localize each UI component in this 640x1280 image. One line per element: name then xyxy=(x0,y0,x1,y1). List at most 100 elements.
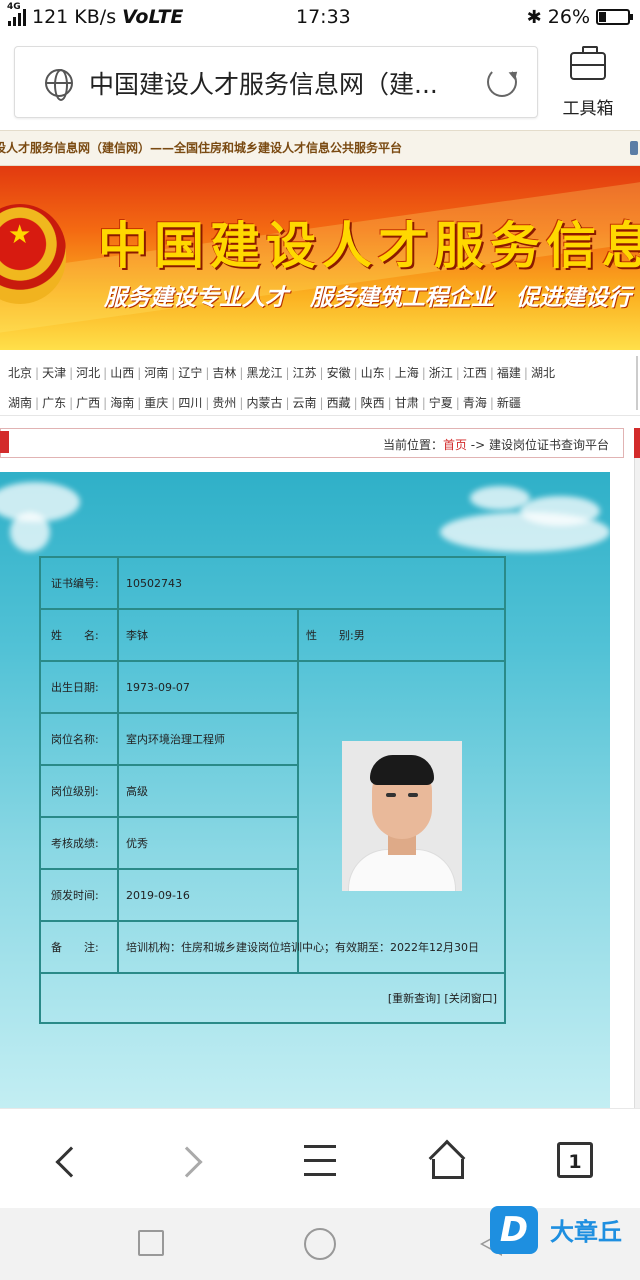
breadcrumb-home-link[interactable]: 首页 xyxy=(443,438,467,452)
province-link[interactable]: 山西 xyxy=(110,366,134,380)
province-separator: | xyxy=(319,396,324,410)
battery-icon xyxy=(596,9,633,25)
position-value: 室内环境治理工程师 xyxy=(117,712,299,766)
status-left: 4G 121 KB/s VoLTE xyxy=(7,2,183,28)
province-link[interactable]: 重庆 xyxy=(144,396,168,410)
toolbox-label: 工具箱 xyxy=(562,99,614,119)
province-link[interactable]: 西藏 xyxy=(327,396,351,410)
province-link[interactable]: 山东 xyxy=(361,366,385,380)
cloud xyxy=(520,496,600,526)
cert-no-value: 10502743 xyxy=(117,556,506,610)
watermark: D 大章丘 xyxy=(490,1206,640,1258)
province-link[interactable]: 青海 xyxy=(463,396,487,410)
province-nav: 北京 | 天津 | 河北 | 山西 | 河南 | 辽宁 | 吉林 | 黑龙江 | 江苏 | 安徽 | 山东 | 上海 | 浙江 |… xyxy=(0,352,640,416)
site-banner: ★ 中国建设人才服务信息 服务建设专业人才 服务建筑工程企业 促进建设行 xyxy=(0,166,640,350)
remark-label: 备 注: xyxy=(39,920,119,974)
address-bar[interactable]: 中国建设人才服务信息网（建... xyxy=(14,46,538,118)
browser-toolbar: 中国建设人才服务信息网（建... 工具箱 xyxy=(0,34,640,126)
province-link[interactable]: 天津 xyxy=(42,366,66,380)
province-separator: | xyxy=(35,366,40,380)
cloud xyxy=(10,512,50,552)
tabs-button[interactable]: 1 xyxy=(557,1142,593,1178)
breadcrumb-arrow: -> xyxy=(466,438,489,452)
breadcrumb-current: 建设岗位证书查询平台 xyxy=(488,438,609,452)
page-title-url[interactable]: 中国建设人才服务信息网（建... xyxy=(89,65,479,101)
province-link[interactable]: 云南 xyxy=(293,396,317,410)
score-label: 考核成绩: xyxy=(39,816,119,870)
province-separator: | xyxy=(421,396,426,410)
province-link[interactable]: 吉林 xyxy=(212,366,236,380)
sex-value: 男 xyxy=(353,629,365,642)
refresh-icon[interactable] xyxy=(487,67,517,97)
province-link[interactable]: 河北 xyxy=(76,366,100,380)
province-link[interactable]: 辽宁 xyxy=(178,366,202,380)
province-link[interactable]: 安徽 xyxy=(327,366,351,380)
cert-no-label: 证书编号: xyxy=(39,556,119,610)
province-link[interactable]: 广东 xyxy=(42,396,66,410)
province-link[interactable]: 贵州 xyxy=(212,396,236,410)
recents-button[interactable] xyxy=(138,1230,164,1256)
province-separator: | xyxy=(205,396,210,410)
province-separator: | xyxy=(353,396,358,410)
province-link[interactable]: 四川 xyxy=(178,396,202,410)
province-separator: | xyxy=(137,396,142,410)
province-link[interactable]: 福建 xyxy=(497,366,521,380)
province-link[interactable]: 甘肃 xyxy=(395,396,419,410)
close-window-link[interactable]: [关闭窗口] xyxy=(444,992,497,1005)
province-link[interactable]: 浙江 xyxy=(429,366,453,380)
battery-level xyxy=(599,12,607,22)
province-separator: | xyxy=(455,366,460,380)
home-button[interactable] xyxy=(428,1139,468,1181)
province-row-1: 北京 | 天津 | 河北 | 山西 | 河南 | 辽宁 | 吉林 | 黑龙江 | 江苏 | 安徽 | 山东 | 上海 | 浙江 |… xyxy=(8,364,555,381)
province-link[interactable]: 北京 xyxy=(8,366,32,380)
menu-button[interactable] xyxy=(300,1141,340,1181)
banner-title: 中国建设人才服务信息 xyxy=(98,216,640,275)
province-link[interactable]: 河南 xyxy=(144,366,168,380)
province-link[interactable]: 江苏 xyxy=(293,366,317,380)
requery-link[interactable]: [重新查询] xyxy=(388,992,441,1005)
bluetooth-icon: ✱ xyxy=(526,6,542,28)
province-link[interactable]: 江西 xyxy=(463,366,487,380)
province-separator: | xyxy=(103,396,108,410)
province-link[interactable]: 宁夏 xyxy=(429,396,453,410)
page-scrollbar[interactable] xyxy=(634,458,640,1108)
province-separator: | xyxy=(103,366,108,380)
province-separator: | xyxy=(387,366,392,380)
province-separator: | xyxy=(205,366,210,380)
banner-subtitle: 服务建设专业人才 服务建筑工程企业 促进建设行 xyxy=(104,285,632,311)
province-separator: | xyxy=(387,396,392,410)
province-link[interactable]: 陕西 xyxy=(361,396,385,410)
province-link[interactable]: 广西 xyxy=(76,396,100,410)
toolbox-icon xyxy=(570,46,606,80)
certificate-table: 证书编号: 10502743 姓 名: 李钵 性 别:男 出生日期: 1973-… xyxy=(39,556,506,1024)
province-separator: | xyxy=(69,396,74,410)
province-separator: | xyxy=(523,366,528,380)
province-link[interactable]: 湖南 xyxy=(8,396,32,410)
province-separator: | xyxy=(455,396,460,410)
province-separator: | xyxy=(489,366,494,380)
province-link[interactable]: 湖北 xyxy=(531,366,555,380)
province-link[interactable]: 黑龙江 xyxy=(246,366,282,380)
signal-icon: 4G xyxy=(7,2,26,26)
birth-label: 出生日期: xyxy=(39,660,119,714)
forward-button[interactable] xyxy=(171,1141,214,1181)
clock: 17:33 xyxy=(296,6,351,28)
province-link[interactable]: 内蒙古 xyxy=(246,396,282,410)
scrollbar[interactable] xyxy=(636,356,638,410)
chevron-right-icon xyxy=(171,1146,203,1178)
battery-percent: 26% xyxy=(547,6,590,28)
globe-icon xyxy=(45,69,73,101)
back-button[interactable] xyxy=(44,1141,87,1181)
province-link[interactable]: 海南 xyxy=(110,396,134,410)
home-system-button[interactable] xyxy=(304,1228,336,1260)
toolbox-button[interactable]: 工具箱 xyxy=(556,46,620,119)
network-speed: 121 KB/s xyxy=(32,6,117,28)
province-separator: | xyxy=(239,396,244,410)
province-link[interactable]: 新疆 xyxy=(497,396,521,410)
province-row-2: 湖南 | 广东 | 广西 | 海南 | 重庆 | 四川 | 贵州 | 内蒙古 | 云南 | 西藏 | 陕西 | 甘肃 | 宁夏 |… xyxy=(8,394,521,411)
watermark-logo: D xyxy=(490,1206,538,1254)
level-label: 岗位级别: xyxy=(39,764,119,818)
province-separator: | xyxy=(69,366,74,380)
province-link[interactable]: 上海 xyxy=(395,366,419,380)
sex-label: 性 别: xyxy=(306,629,354,642)
